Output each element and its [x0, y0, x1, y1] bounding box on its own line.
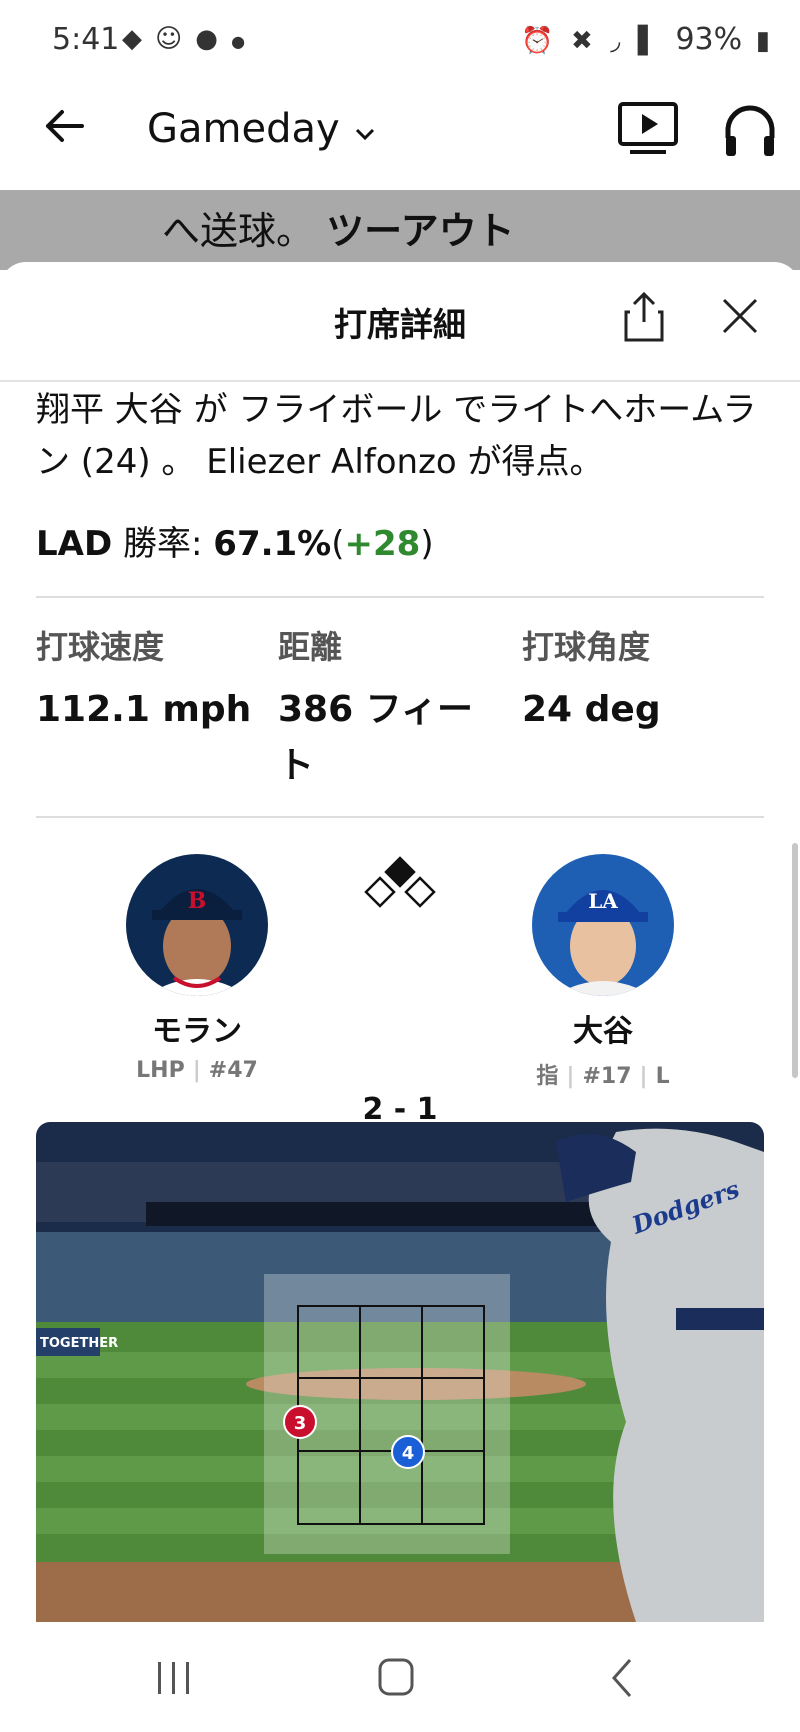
pitcher-name: モラン [152, 1014, 242, 1049]
strike-zone-view[interactable]: TOGETHER Dodgers 3 4 [36, 1122, 764, 1622]
home-icon[interactable] [372, 1656, 420, 1700]
pitcher-hand: LHP [136, 1058, 185, 1083]
win-prob-team: LAD [36, 524, 113, 564]
signal-icon: ▌ [637, 26, 658, 56]
pitcher-number: #47 [208, 1058, 258, 1083]
win-prob-label: 勝率: [123, 524, 203, 564]
pitch-number-4: 4 [402, 1443, 415, 1464]
close-icon[interactable] [716, 292, 764, 340]
behind-text-normal: へ送球。 [162, 209, 315, 253]
divider [36, 816, 764, 818]
app-bar: Gameday [0, 80, 800, 190]
banner-text: TOGETHER [40, 1336, 118, 1351]
batter-position: 指 [536, 1064, 559, 1089]
third-base [364, 876, 396, 908]
share-icon[interactable] [622, 290, 666, 344]
battery-icon: ▮ [755, 26, 770, 56]
status-left-icons: ◆ ☺ ● ● [122, 24, 253, 54]
stat-label: 打球角度 [522, 628, 651, 666]
stat-exit-velocity: 打球速度 112.1 mph [36, 626, 266, 738]
baseball-icon: ● [195, 24, 218, 54]
behind-text-bold: ツーアウト [326, 209, 515, 253]
win-prob-open: ( [331, 524, 345, 564]
status-bar: 5:41 ◆ ☺ ● ● ⏰ ✖ ◞ ▌ 93% ▮ [0, 0, 800, 80]
stat-label: 打球速度 [36, 628, 165, 666]
back-arrow-icon[interactable] [34, 102, 94, 162]
status-time: 5:41 [52, 22, 120, 57]
win-prob-delta: +28 [344, 524, 421, 564]
stat-distance: 距離 386 フィート [278, 626, 498, 794]
stat-value: 386 フィート [278, 689, 473, 786]
divider [36, 596, 764, 598]
first-base [404, 876, 436, 908]
pitch-number-3: 3 [294, 1413, 307, 1434]
sheet-title: 打席詳細 [334, 305, 466, 344]
batter-name: 大谷 [573, 1014, 633, 1049]
dot-icon: ● [231, 32, 246, 51]
alarm-icon: ⏰ [521, 26, 554, 56]
tv-play-icon[interactable] [616, 98, 680, 162]
stat-label: 距離 [278, 628, 343, 666]
batter-avatar[interactable]: LA [532, 854, 674, 996]
bases-diamond [360, 854, 440, 918]
wifi-icon: ◞ [610, 26, 621, 56]
batter-number: #17 [582, 1064, 632, 1089]
batter-bats: L [655, 1064, 670, 1089]
stat-value: 112.1 mph [36, 689, 252, 730]
cap-logo: LA [588, 889, 618, 913]
pitcher-info: LHP | #47 [136, 1058, 258, 1083]
sheet-header: 打席詳細 [0, 262, 800, 382]
play-description: 翔平 大谷 が フライボール でライトへホームラン (24) 。 Eliezer… [36, 390, 757, 482]
win-prob-value: 67.1% [213, 524, 332, 564]
win-probability: LAD 勝率: 67.1%(+28) [36, 516, 434, 565]
scrollbar[interactable] [792, 843, 798, 1078]
battery-level: 93% [675, 22, 743, 57]
shield-icon: ◆ [122, 24, 142, 54]
back-chevron-icon[interactable] [600, 1656, 648, 1700]
headphones-icon[interactable] [718, 98, 782, 162]
app-title: Gameday [147, 106, 340, 152]
stat-value: 24 deg [522, 689, 661, 730]
second-base [384, 856, 416, 888]
batter-info: 指 | #17 | L [536, 1064, 670, 1089]
headset-icon: ☺ [155, 24, 183, 54]
status-right: ⏰ ✖ ◞ ▌ 93% ▮ [521, 22, 778, 57]
win-prob-close: ) [420, 524, 434, 564]
system-nav-bar [0, 1622, 800, 1732]
mute-icon: ✖ [570, 26, 593, 56]
gameday-dropdown[interactable]: Gameday [147, 106, 376, 152]
cap-logo: B [188, 888, 207, 914]
pitcher-avatar[interactable]: B [126, 854, 268, 996]
recents-icon[interactable] [150, 1656, 198, 1700]
stat-launch-angle: 打球角度 24 deg [522, 626, 752, 738]
chevron-down-icon [356, 128, 375, 141]
at-bat-detail-sheet: 打席詳細 翔平 大谷 が フライボール でライトへホームラン (24) 。 El… [0, 262, 800, 1622]
background-play-text: へ送球。 ツーアウト [0, 190, 800, 270]
